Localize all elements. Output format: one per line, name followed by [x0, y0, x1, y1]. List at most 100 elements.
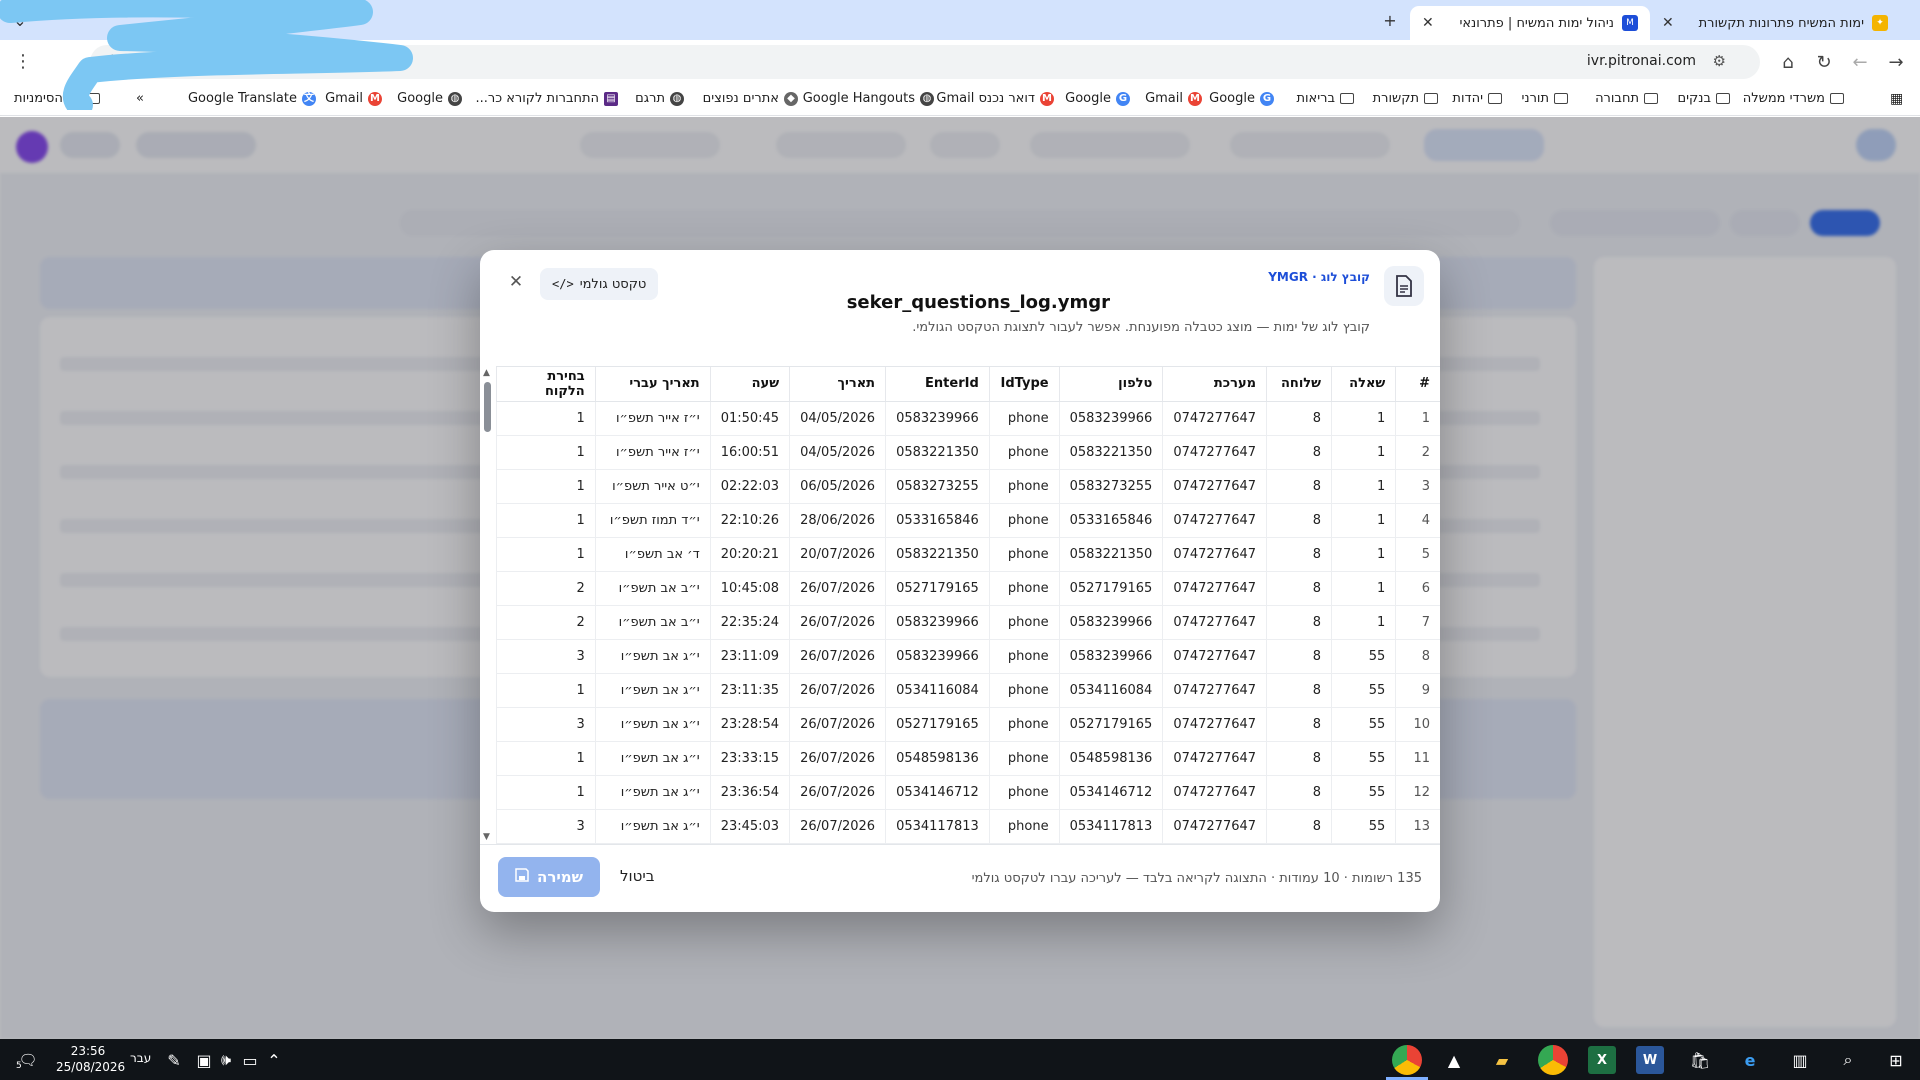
- tab-search-chevron-icon[interactable]: ⌄: [8, 8, 32, 32]
- table-cell: 1: [496, 503, 596, 538]
- chrome-icon[interactable]: [1392, 1045, 1422, 1075]
- word-icon[interactable]: W: [1636, 1046, 1664, 1074]
- site-settings-icon[interactable]: ⚙: [1713, 52, 1726, 70]
- table-row: 12 55 8 0747277647 0534146712 phone 0534146712…: [496, 775, 1440, 810]
- close-tab-icon[interactable]: ✕: [1422, 15, 1434, 31]
- folder-icon: [1716, 93, 1730, 104]
- scroll-down-arrow-icon[interactable]: ▼: [483, 832, 490, 842]
- table-cell: 10: [1395, 707, 1440, 742]
- edge-icon[interactable]: e: [1736, 1046, 1764, 1074]
- table-cell: 8: [1266, 401, 1332, 436]
- table-scrollbar[interactable]: ▲ ▼: [480, 366, 496, 844]
- bookmark-item[interactable]: תקשורת: [1373, 91, 1438, 106]
- bookmark-item[interactable]: M דואר נכנס Gmail: [936, 91, 1054, 106]
- table-cell: phone: [988, 707, 1060, 742]
- search-icon[interactable]: ⌕: [1834, 1046, 1862, 1074]
- scroll-up-arrow-icon[interactable]: ▲: [483, 368, 490, 378]
- bookmark-item[interactable]: יהדות: [1452, 91, 1502, 106]
- dialog-footer: 135 רשומות · 10 עמודות · התצוגה לקריאה ב…: [480, 844, 1440, 912]
- all-bookmarks[interactable]: כל הסימניות: [14, 91, 101, 106]
- excel-icon[interactable]: X: [1588, 1046, 1616, 1074]
- table-row: 6 1 8 0747277647 0527179165 phone 0527179165 26…: [496, 571, 1440, 606]
- yemot-favicon-icon: ✦: [1872, 15, 1888, 31]
- table-cell: 8: [1266, 673, 1332, 708]
- bookmark-item[interactable]: תורני: [1521, 91, 1568, 106]
- home-icon[interactable]: ⌂: [1776, 50, 1800, 74]
- floppy-disk-icon: [515, 868, 529, 886]
- bookmark-item[interactable]: ◆ אתרים נפוצים: [703, 91, 798, 106]
- table-cell: 0534146712: [885, 775, 990, 810]
- save-button[interactable]: שמירה: [498, 857, 600, 897]
- more-bookmarks-chevron[interactable]: »: [136, 91, 144, 106]
- table-cell: 2: [496, 605, 596, 640]
- tab-yemot[interactable]: ✦ ימות המשיח פתרונות תקשורת ✕: [1650, 6, 1900, 40]
- cancel-button[interactable]: ביטול: [620, 867, 654, 885]
- browser-menu-icon[interactable]: ⋮: [14, 51, 32, 72]
- reload-icon[interactable]: ↻: [1812, 50, 1836, 74]
- close-tab-icon[interactable]: ✕: [1662, 15, 1674, 31]
- bookmark-item[interactable]: G Google: [1065, 91, 1130, 106]
- bookmarks-bar: ▦ משרדי ממשלה בנקים תחבורה תורני יהדות ת…: [0, 84, 1920, 116]
- column-header: תאריך: [789, 367, 886, 402]
- input-language[interactable]: עבר: [130, 1051, 151, 1065]
- chrome-icon[interactable]: [1538, 1045, 1568, 1075]
- bookmark-item[interactable]: ◍ Google: [397, 91, 462, 106]
- system-clock[interactable]: 23:56 25/08/2026: [56, 1043, 125, 1075]
- table-cell: 0534117813: [885, 809, 990, 844]
- table-cell: 01:50:45: [709, 401, 790, 436]
- table-cell: 0747277647: [1162, 503, 1267, 538]
- tab-pitronai[interactable]: M ניהול ימות המשיח | פתרונאי ✕: [1410, 6, 1650, 40]
- task-view-icon[interactable]: ▥: [1786, 1046, 1814, 1074]
- table-cell: 1: [496, 673, 596, 708]
- bookmark-item[interactable]: משרדי ממשלה: [1743, 91, 1844, 106]
- pen-icon[interactable]: ✎: [160, 1046, 188, 1074]
- file-explorer-icon[interactable]: ▰: [1488, 1046, 1516, 1074]
- bookmark-star-icon[interactable]: ☆: [104, 51, 120, 72]
- table-header-row: # שאלה שלוחה מערכת טלפון IdType EnterId …: [496, 367, 1440, 402]
- table-cell: 1: [496, 401, 596, 436]
- bookmark-item[interactable]: M Gmail: [325, 91, 382, 106]
- bookmark-item[interactable]: ▤ התחברות לקורא כר...: [475, 91, 618, 106]
- scrollbar-thumb[interactable]: [484, 382, 491, 432]
- back-arrow-icon[interactable]: →: [1884, 50, 1908, 74]
- bookmark-item[interactable]: בנקים: [1678, 91, 1730, 106]
- table-cell: 0583239966: [1058, 639, 1163, 674]
- table-cell: 23:33:15: [709, 741, 790, 776]
- table-cell: 3: [496, 707, 596, 742]
- table-cell: phone: [988, 605, 1060, 640]
- bookmark-item[interactable]: G Google: [1209, 91, 1274, 106]
- folder-icon: [1554, 93, 1568, 104]
- new-tab-icon[interactable]: +: [1378, 8, 1402, 32]
- bookmark-item[interactable]: בריאות: [1296, 91, 1354, 106]
- address-bar[interactable]: ivr.pitronai.com ⚙ ☆: [90, 45, 1760, 79]
- table-cell: 1: [1331, 435, 1396, 470]
- table-cell: phone: [988, 741, 1060, 776]
- bookmark-item[interactable]: M Gmail: [1145, 91, 1202, 106]
- bookmark-item[interactable]: ◍ Google Hangouts: [803, 91, 934, 106]
- forward-arrow-icon[interactable]: ←: [1848, 50, 1872, 74]
- raw-text-button[interactable]: טקסט גולמי </>: [540, 268, 659, 300]
- table-cell: 23:45:03: [709, 809, 790, 844]
- windows-start-icon[interactable]: ⊞: [1882, 1046, 1910, 1074]
- table-cell: 1: [1331, 605, 1396, 640]
- apps-grid-icon[interactable]: ▦: [1890, 91, 1903, 107]
- notification-count: 5: [16, 1061, 22, 1071]
- close-icon[interactable]: ✕: [504, 270, 528, 294]
- bookmark-item[interactable]: תחבורה: [1595, 91, 1658, 106]
- photos-icon[interactable]: ▲: [1440, 1046, 1468, 1074]
- hidden-icons-chevron-icon[interactable]: ⌃: [260, 1046, 288, 1074]
- table-cell: 55: [1331, 775, 1396, 810]
- table-cell: 0747277647: [1162, 707, 1267, 742]
- table-cell: ד׳ אב תשפ״ו: [594, 537, 711, 572]
- table-cell: 8: [1266, 707, 1332, 742]
- table-cell: 20/07/2026: [789, 537, 886, 572]
- table-cell: י״ג אב תשפ״ו: [594, 639, 711, 674]
- table-cell: 1: [496, 537, 596, 572]
- document-icon: [1384, 266, 1424, 306]
- bookmark-item[interactable]: 文 Google Translate: [188, 91, 316, 106]
- bookmark-item[interactable]: ◍ תרגם: [635, 91, 684, 106]
- store-icon[interactable]: 🛍: [1686, 1046, 1714, 1074]
- clock-time: 23:56: [70, 1044, 106, 1058]
- log-table-container[interactable]: # שאלה שלוחה מערכת טלפון IdType EnterId …: [496, 366, 1440, 844]
- folder-icon: [1488, 93, 1502, 104]
